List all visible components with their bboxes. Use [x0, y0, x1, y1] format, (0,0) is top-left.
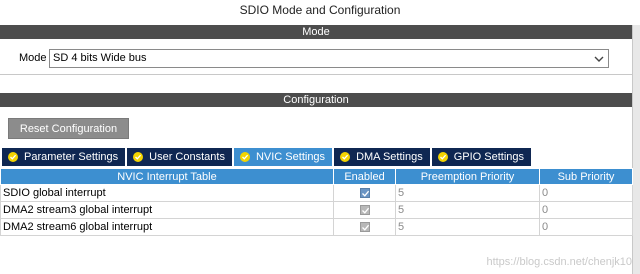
tab-parameter-settings[interactable]: Parameter Settings [2, 148, 126, 166]
column-header-sub-priority[interactable]: Sub Priority [539, 168, 633, 185]
nvic-interrupt-table: NVIC Interrupt Table Enabled Preemption … [0, 168, 633, 236]
table-row[interactable]: DMA2 stream6 global interrupt 5 0 [0, 218, 633, 236]
check-circle-icon [437, 152, 448, 162]
mode-section-header: Mode [0, 25, 632, 39]
vertical-scrollbar[interactable] [632, 25, 640, 274]
preemption-priority-cell[interactable]: 5 [395, 218, 540, 236]
column-header-enabled[interactable]: Enabled [333, 168, 396, 185]
table-header-row: NVIC Interrupt Table Enabled Preemption … [0, 168, 633, 185]
tab-label: DMA Settings [356, 151, 423, 163]
chevron-down-icon [593, 53, 605, 65]
preemption-priority-cell[interactable]: 5 [395, 184, 540, 202]
settings-tabs: Parameter Settings User Constants NVIC S… [2, 148, 533, 166]
column-header-preemption-priority[interactable]: Preemption Priority [395, 168, 540, 185]
configuration-section-header: Configuration [0, 93, 632, 107]
column-header-interrupt[interactable]: NVIC Interrupt Table [0, 168, 334, 185]
reset-configuration-button[interactable]: Reset Configuration [8, 118, 129, 139]
enabled-cell [333, 184, 396, 202]
mode-select[interactable]: SD 4 bits Wide bus [49, 49, 609, 68]
mode-label: Mode [19, 52, 47, 64]
divider [0, 74, 632, 75]
tab-label: User Constants [149, 151, 225, 163]
tab-user-constants[interactable]: User Constants [127, 148, 232, 166]
interrupt-name: SDIO global interrupt [0, 184, 334, 202]
tab-dma-settings[interactable]: DMA Settings [334, 148, 430, 166]
enabled-cell [333, 201, 396, 219]
check-circle-icon [133, 152, 144, 162]
mode-select-value: SD 4 bits Wide bus [53, 52, 147, 64]
enabled-cell [333, 218, 396, 236]
check-circle-icon [340, 152, 351, 162]
table-row[interactable]: DMA2 stream3 global interrupt 5 0 [0, 201, 633, 219]
check-circle-icon [239, 152, 250, 162]
tab-nvic-settings[interactable]: NVIC Settings [233, 148, 333, 166]
tab-label: NVIC Settings [255, 151, 326, 163]
interrupt-name: DMA2 stream3 global interrupt [0, 201, 334, 219]
watermark: https://blog.csdn.net/chenjk10 [486, 256, 632, 268]
sub-priority-cell[interactable]: 0 [539, 184, 633, 202]
check-circle-icon [8, 152, 18, 162]
enabled-checkbox[interactable] [359, 188, 370, 199]
enabled-checkbox[interactable] [359, 205, 370, 216]
tab-label: GPIO Settings [453, 151, 525, 163]
tab-gpio-settings[interactable]: GPIO Settings [431, 148, 532, 166]
interrupt-name: DMA2 stream6 global interrupt [0, 218, 334, 236]
enabled-checkbox[interactable] [359, 222, 370, 233]
window-title: SDIO Mode and Configuration [239, 3, 401, 17]
preemption-priority-cell[interactable]: 5 [395, 201, 540, 219]
sub-priority-cell[interactable]: 0 [539, 218, 633, 236]
tab-label: Parameter Settings [24, 151, 119, 163]
sub-priority-cell[interactable]: 0 [539, 201, 633, 219]
table-row[interactable]: SDIO global interrupt 5 0 [0, 184, 633, 202]
